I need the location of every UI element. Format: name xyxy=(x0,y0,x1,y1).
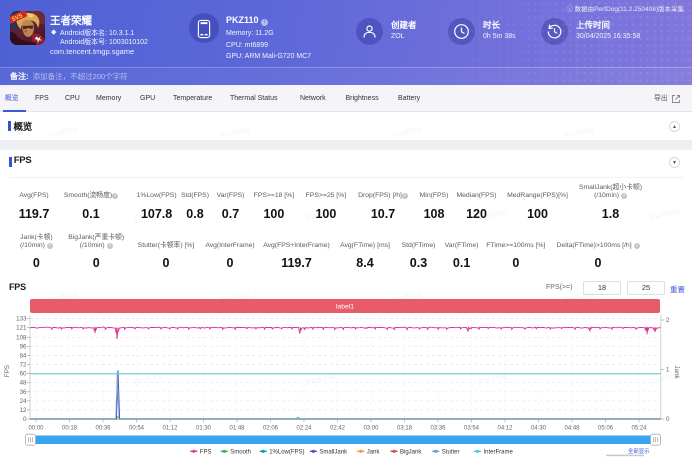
svg-text:84: 84 xyxy=(20,353,27,360)
svg-text:01:12: 01:12 xyxy=(162,426,178,432)
svg-text:0: 0 xyxy=(666,416,670,423)
svg-text:1%Low(FPS): 1%Low(FPS) xyxy=(269,449,304,455)
svg-text:01:48: 01:48 xyxy=(229,426,245,432)
svg-text:05:06: 05:06 xyxy=(598,426,614,432)
svg-text:00:54: 00:54 xyxy=(129,426,145,432)
svg-text:04:48: 04:48 xyxy=(564,426,580,432)
svg-text:label1: label1 xyxy=(336,304,354,311)
svg-text:1: 1 xyxy=(666,367,670,374)
svg-text:5V5: 5V5 xyxy=(11,12,24,23)
svg-text:Jank: Jank xyxy=(673,365,680,379)
svg-text:0: 0 xyxy=(23,416,27,423)
svg-text:00:00: 00:00 xyxy=(28,426,44,432)
svg-text:FPS: FPS xyxy=(4,365,11,377)
svg-text:01:30: 01:30 xyxy=(196,426,212,432)
svg-text:Stutter: Stutter xyxy=(442,449,460,455)
svg-text:05:24: 05:24 xyxy=(631,426,647,432)
svg-text:60: 60 xyxy=(20,371,27,378)
svg-text:04:30: 04:30 xyxy=(531,426,547,432)
svg-text:BigJank: BigJank xyxy=(400,449,422,455)
svg-text:Jank: Jank xyxy=(367,449,381,455)
svg-text:108: 108 xyxy=(16,334,27,341)
svg-text:12: 12 xyxy=(20,407,27,414)
svg-text:03:18: 03:18 xyxy=(397,426,413,432)
svg-text:00:18: 00:18 xyxy=(62,426,78,432)
svg-text:FPS: FPS xyxy=(200,449,212,455)
svg-text:Smooth: Smooth xyxy=(230,449,251,455)
svg-text:121: 121 xyxy=(16,325,27,332)
svg-text:36: 36 xyxy=(20,389,27,396)
svg-text:00:36: 00:36 xyxy=(95,426,111,432)
svg-text:04:12: 04:12 xyxy=(497,426,513,432)
svg-text:2: 2 xyxy=(666,317,670,324)
svg-text:02:24: 02:24 xyxy=(296,426,312,432)
svg-text:03:00: 03:00 xyxy=(363,426,379,432)
svg-text:133: 133 xyxy=(16,315,27,322)
svg-text:02:06: 02:06 xyxy=(263,426,279,432)
svg-text:SmallJank: SmallJank xyxy=(319,449,348,455)
svg-text:48: 48 xyxy=(20,380,27,387)
svg-text:24: 24 xyxy=(20,398,27,405)
svg-text:02:42: 02:42 xyxy=(330,426,346,432)
svg-text:96: 96 xyxy=(20,343,27,350)
svg-text:03:36: 03:36 xyxy=(430,426,446,432)
svg-text:InterFrame: InterFrame xyxy=(484,449,514,455)
svg-text:全部显示: 全部显示 xyxy=(628,447,650,455)
svg-text:72: 72 xyxy=(20,362,27,369)
svg-text:03:54: 03:54 xyxy=(464,426,480,432)
